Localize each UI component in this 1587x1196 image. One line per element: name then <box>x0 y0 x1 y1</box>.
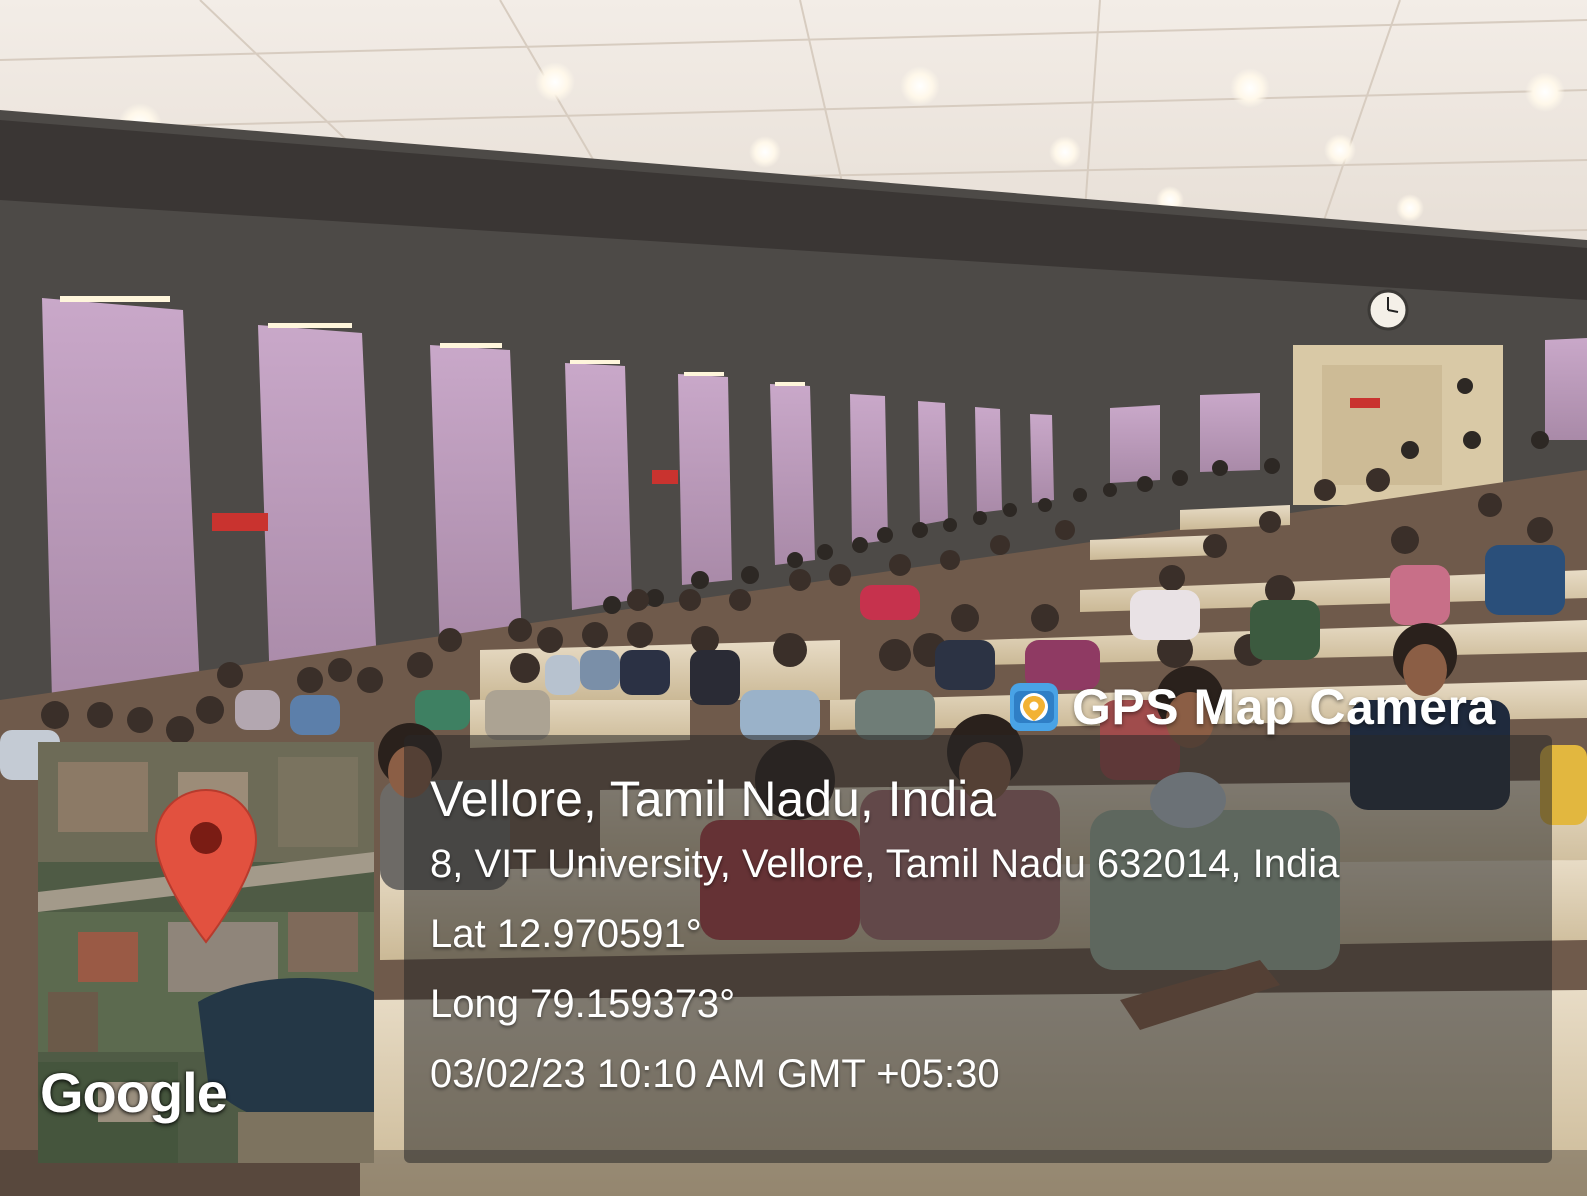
location-title: Vellore, Tamil Nadu, India <box>430 771 997 827</box>
google-attribution: Google <box>40 1061 228 1124</box>
longitude-line: Long 79.159373° <box>430 982 736 1026</box>
address-line: 8, VIT University, Vellore, Tamil Nadu 6… <box>430 842 1340 886</box>
latitude-line: Lat 12.970591° <box>430 912 702 956</box>
datetime-line: 03/02/23 10:10 AM GMT +05:30 <box>430 1052 1000 1096</box>
brand-label: GPS Map Camera <box>1072 679 1496 735</box>
map-pin-camera-icon <box>1010 683 1058 731</box>
photo-stage: GPS Map Camera Vellore, Tamil Nadu, Indi… <box>0 0 1587 1196</box>
brand-badge: GPS Map Camera <box>1008 672 1496 742</box>
